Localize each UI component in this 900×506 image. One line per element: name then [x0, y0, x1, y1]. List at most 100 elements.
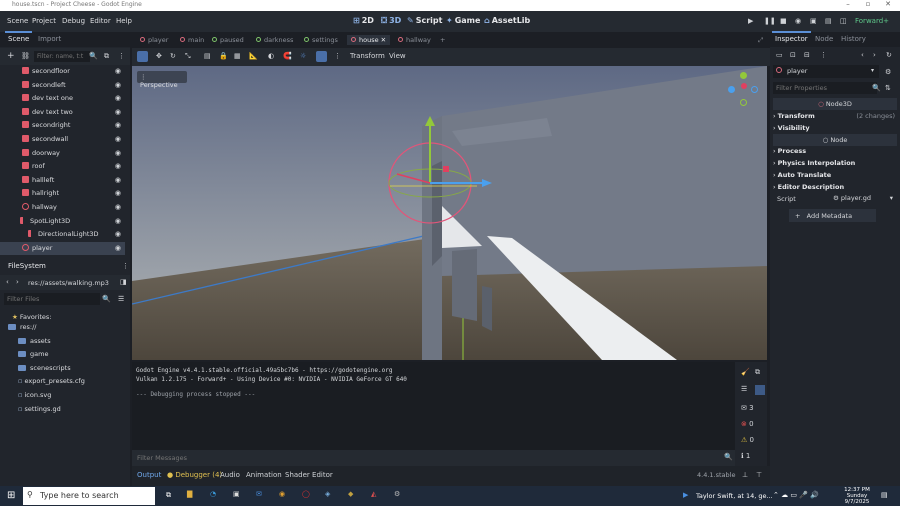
scale-tool-icon[interactable]: ⤡	[185, 52, 191, 61]
visibility-eye-icon[interactable]: ◉	[115, 94, 121, 102]
visibility-eye-icon[interactable]: ◉	[115, 121, 121, 129]
scene-tab[interactable]: main	[180, 36, 204, 44]
fs-file[interactable]: ▫ icon.svg	[18, 391, 51, 399]
tree-node[interactable]: SpotLight3D ◉	[0, 215, 125, 228]
menu-scene[interactable]: Scene	[7, 17, 28, 25]
mail-icon[interactable]: ✉	[256, 490, 262, 498]
now-playing-text[interactable]: Taylor Swift, at 14, ge...	[696, 492, 773, 500]
filter-messages-input[interactable]	[134, 452, 719, 464]
group-icon[interactable]: ▦	[234, 52, 241, 60]
tree-node[interactable]: DirectionalLight3D ◉	[0, 228, 125, 241]
view-gizmo-y[interactable]	[740, 72, 747, 79]
section-physics-interpolation[interactable]: › Physics Interpolation	[773, 159, 897, 170]
tree-node[interactable]: secondwall ◉	[0, 133, 125, 146]
fs-path[interactable]: res://assets/walking.mp3	[28, 279, 109, 287]
move-tool-icon[interactable]: ✥	[156, 52, 162, 60]
tree-node[interactable]: hallway ◉	[0, 201, 125, 214]
visibility-eye-icon[interactable]: ◉	[115, 203, 121, 211]
pause-icon[interactable]: ❚❚	[764, 17, 776, 25]
tree-node[interactable]: dev text two ◉	[0, 106, 125, 119]
stop-icon[interactable]: ■	[780, 17, 787, 25]
history-forward-icon[interactable]: ›	[873, 51, 876, 59]
play-icon[interactable]: ▶	[748, 17, 753, 25]
visibility-eye-icon[interactable]: ◉	[115, 81, 121, 89]
workspace-3d[interactable]: ⛋ 3D	[381, 16, 401, 26]
remote-debug-icon[interactable]: ◉	[795, 17, 801, 25]
visibility-eye-icon[interactable]: ◉	[115, 244, 121, 252]
visibility-eye-icon[interactable]: ◉	[115, 149, 121, 157]
tab-scene[interactable]: Scene	[4, 31, 33, 43]
visibility-eye-icon[interactable]: ◉	[115, 230, 121, 238]
scene-tab[interactable]: player	[140, 36, 168, 44]
preview-env-icon[interactable]	[316, 51, 327, 62]
tree-node[interactable]: dev text one ◉	[0, 92, 125, 105]
fs-folder[interactable]: res://	[8, 323, 37, 331]
load-resource-icon[interactable]: ⊡	[790, 51, 796, 59]
visibility-eye-icon[interactable]: ◉	[115, 67, 121, 75]
tab-audio[interactable]: Audio	[220, 471, 240, 479]
renderer-select[interactable]: Forward+	[855, 17, 889, 25]
taskbar-search[interactable]: ⚲ Type here to search	[23, 487, 155, 505]
property-filter-input[interactable]	[773, 82, 877, 94]
opera-icon[interactable]: ◯	[302, 490, 310, 498]
section-process[interactable]: › Process	[773, 147, 897, 158]
message-count[interactable]: ✉ 3	[741, 404, 754, 412]
minimize-button[interactable]: –	[838, 0, 858, 8]
warning-count[interactable]: ⚠ 0	[741, 436, 754, 444]
tab-debugger[interactable]: ● Debugger (4)	[167, 471, 222, 479]
tree-node[interactable]: hallleft ◉	[0, 174, 125, 187]
back-icon[interactable]: ‹	[6, 278, 9, 286]
lock-icon[interactable]: 🔒	[219, 52, 228, 60]
section-editor-description[interactable]: › Editor Description	[773, 183, 897, 194]
fs-file[interactable]: ▫ settings.gd	[18, 405, 61, 413]
filter-icon[interactable]: ☰	[741, 385, 747, 393]
add-metadata-button[interactable]: + Add Metadata	[789, 209, 876, 222]
visibility-eye-icon[interactable]: ◉	[115, 108, 121, 116]
view-gizmo-neg-z[interactable]	[751, 86, 758, 93]
fs-menu-icon[interactable]: ⋮	[122, 262, 129, 270]
media-icon[interactable]: ▶	[683, 491, 688, 499]
list-select-icon[interactable]: ▤	[204, 52, 211, 60]
clear-icon[interactable]: 🧹	[741, 368, 750, 376]
close-button[interactable]: ✕	[878, 0, 898, 8]
visibility-eye-icon[interactable]: ◉	[115, 189, 121, 197]
close-tab-icon[interactable]: ✕	[379, 36, 386, 44]
tree-node[interactable]: hallright ◉	[0, 187, 125, 200]
edge-icon[interactable]: ◔	[210, 490, 216, 498]
object-props-icon[interactable]: ⚙	[885, 68, 891, 76]
3d-viewport[interactable]: ⋮ Perspective	[132, 66, 767, 360]
scene-filter-input[interactable]	[34, 51, 90, 62]
app-icon-3[interactable]: ◭	[371, 490, 376, 498]
tree-node[interactable]: secondright ◉	[0, 119, 125, 132]
workspace-game[interactable]: ✦ Game	[446, 16, 480, 25]
expand-panel-icon[interactable]: ⊤	[756, 471, 762, 479]
section-auto-translate[interactable]: › Auto Translate	[773, 171, 897, 182]
instance-icon[interactable]: ⧉	[104, 52, 109, 61]
maximize-button[interactable]: ▫	[858, 0, 878, 8]
copy-icon[interactable]: ⧉	[755, 368, 760, 377]
tree-node[interactable]: secondfloor ◉	[0, 65, 125, 78]
tree-node[interactable]: doorway ◉	[0, 147, 125, 160]
history-icon[interactable]: ↻	[886, 51, 892, 59]
scene-tab[interactable]: settings	[304, 36, 338, 44]
ruler-icon[interactable]: 📐	[249, 52, 258, 60]
sort-icon[interactable]: ☰	[118, 295, 124, 303]
task-view-icon[interactable]: ⧉	[166, 491, 171, 500]
view-gizmo-z[interactable]	[728, 86, 735, 93]
tab-history[interactable]: History	[841, 35, 866, 43]
fs-folder[interactable]: game	[18, 350, 48, 358]
view-gizmo[interactable]	[727, 71, 759, 111]
menu-project[interactable]: Project	[32, 17, 56, 25]
app-icon-2[interactable]: ◆	[348, 490, 353, 498]
tree-node[interactable]: roof ◉	[0, 160, 125, 173]
preview-sun-icon[interactable]: ☼	[300, 52, 306, 60]
windows-start-icon[interactable]: ⊞	[7, 490, 15, 501]
tab-import[interactable]: Import	[38, 35, 61, 43]
chrome-icon[interactable]: ◉	[279, 490, 285, 498]
save-resource-icon[interactable]: ⊟	[804, 51, 810, 59]
more-icon[interactable]: ⋮	[118, 52, 125, 60]
perspective-button[interactable]: ⋮ Perspective	[137, 71, 187, 89]
info-count[interactable]: ℹ 1	[741, 452, 750, 460]
workspace-2d[interactable]: ⊞ 2D	[353, 16, 374, 25]
view-gizmo-x[interactable]	[741, 83, 747, 89]
